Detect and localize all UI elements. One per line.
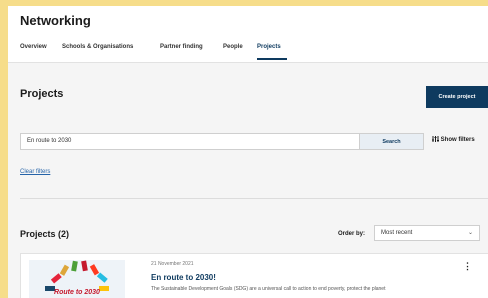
project-description: The Sustainable Development Goals (SDG) … bbox=[151, 286, 386, 292]
sliders-icon bbox=[432, 136, 439, 142]
page-title: Projects bbox=[20, 88, 64, 100]
more-options-icon[interactable]: ⋮ bbox=[463, 261, 472, 272]
create-project-button[interactable]: Create project bbox=[426, 86, 488, 108]
project-image: Route to 2030 bbox=[29, 260, 125, 298]
tab-schools-organisations[interactable]: Schools & Organisations bbox=[62, 44, 133, 50]
tab-people[interactable]: People bbox=[223, 44, 243, 50]
top-bar: Networking Overview Schools & Organisati… bbox=[8, 6, 488, 63]
clear-filters-link[interactable]: Clear filters bbox=[20, 169, 50, 175]
order-by-label: Order by: bbox=[338, 231, 366, 237]
search-input[interactable]: En route to 2030 bbox=[20, 133, 360, 150]
chevron-down-icon: ⌄ bbox=[467, 230, 473, 236]
show-filters-label: Show filters bbox=[440, 137, 475, 143]
tab-partner-finding[interactable]: Partner finding bbox=[160, 44, 203, 50]
project-title[interactable]: En route to 2030! bbox=[151, 273, 216, 282]
search-button[interactable]: Search bbox=[360, 133, 424, 150]
tab-projects[interactable]: Projects bbox=[257, 44, 281, 50]
results-title: Projects (2) bbox=[20, 229, 70, 239]
order-by-select[interactable]: Most recent ⌄ bbox=[374, 225, 480, 241]
page-frame: Networking Overview Schools & Organisati… bbox=[8, 6, 488, 298]
active-tab-indicator bbox=[257, 58, 287, 60]
image-caption: Route to 2030 bbox=[54, 289, 100, 296]
project-date: 21 November 2021 bbox=[151, 261, 194, 267]
show-filters-button[interactable]: Show filters bbox=[432, 136, 475, 143]
order-by-value: Most recent bbox=[381, 230, 413, 236]
tab-overview[interactable]: Overview bbox=[20, 44, 47, 50]
app-title: Networking bbox=[20, 13, 91, 28]
divider bbox=[20, 198, 488, 199]
sdg-wheel-graphic: Route to 2030 bbox=[45, 260, 109, 296]
projects-content: Projects Create project En route to 2030… bbox=[8, 63, 488, 298]
project-card[interactable]: Route to 2030 21 November 2021 En route … bbox=[20, 253, 488, 298]
